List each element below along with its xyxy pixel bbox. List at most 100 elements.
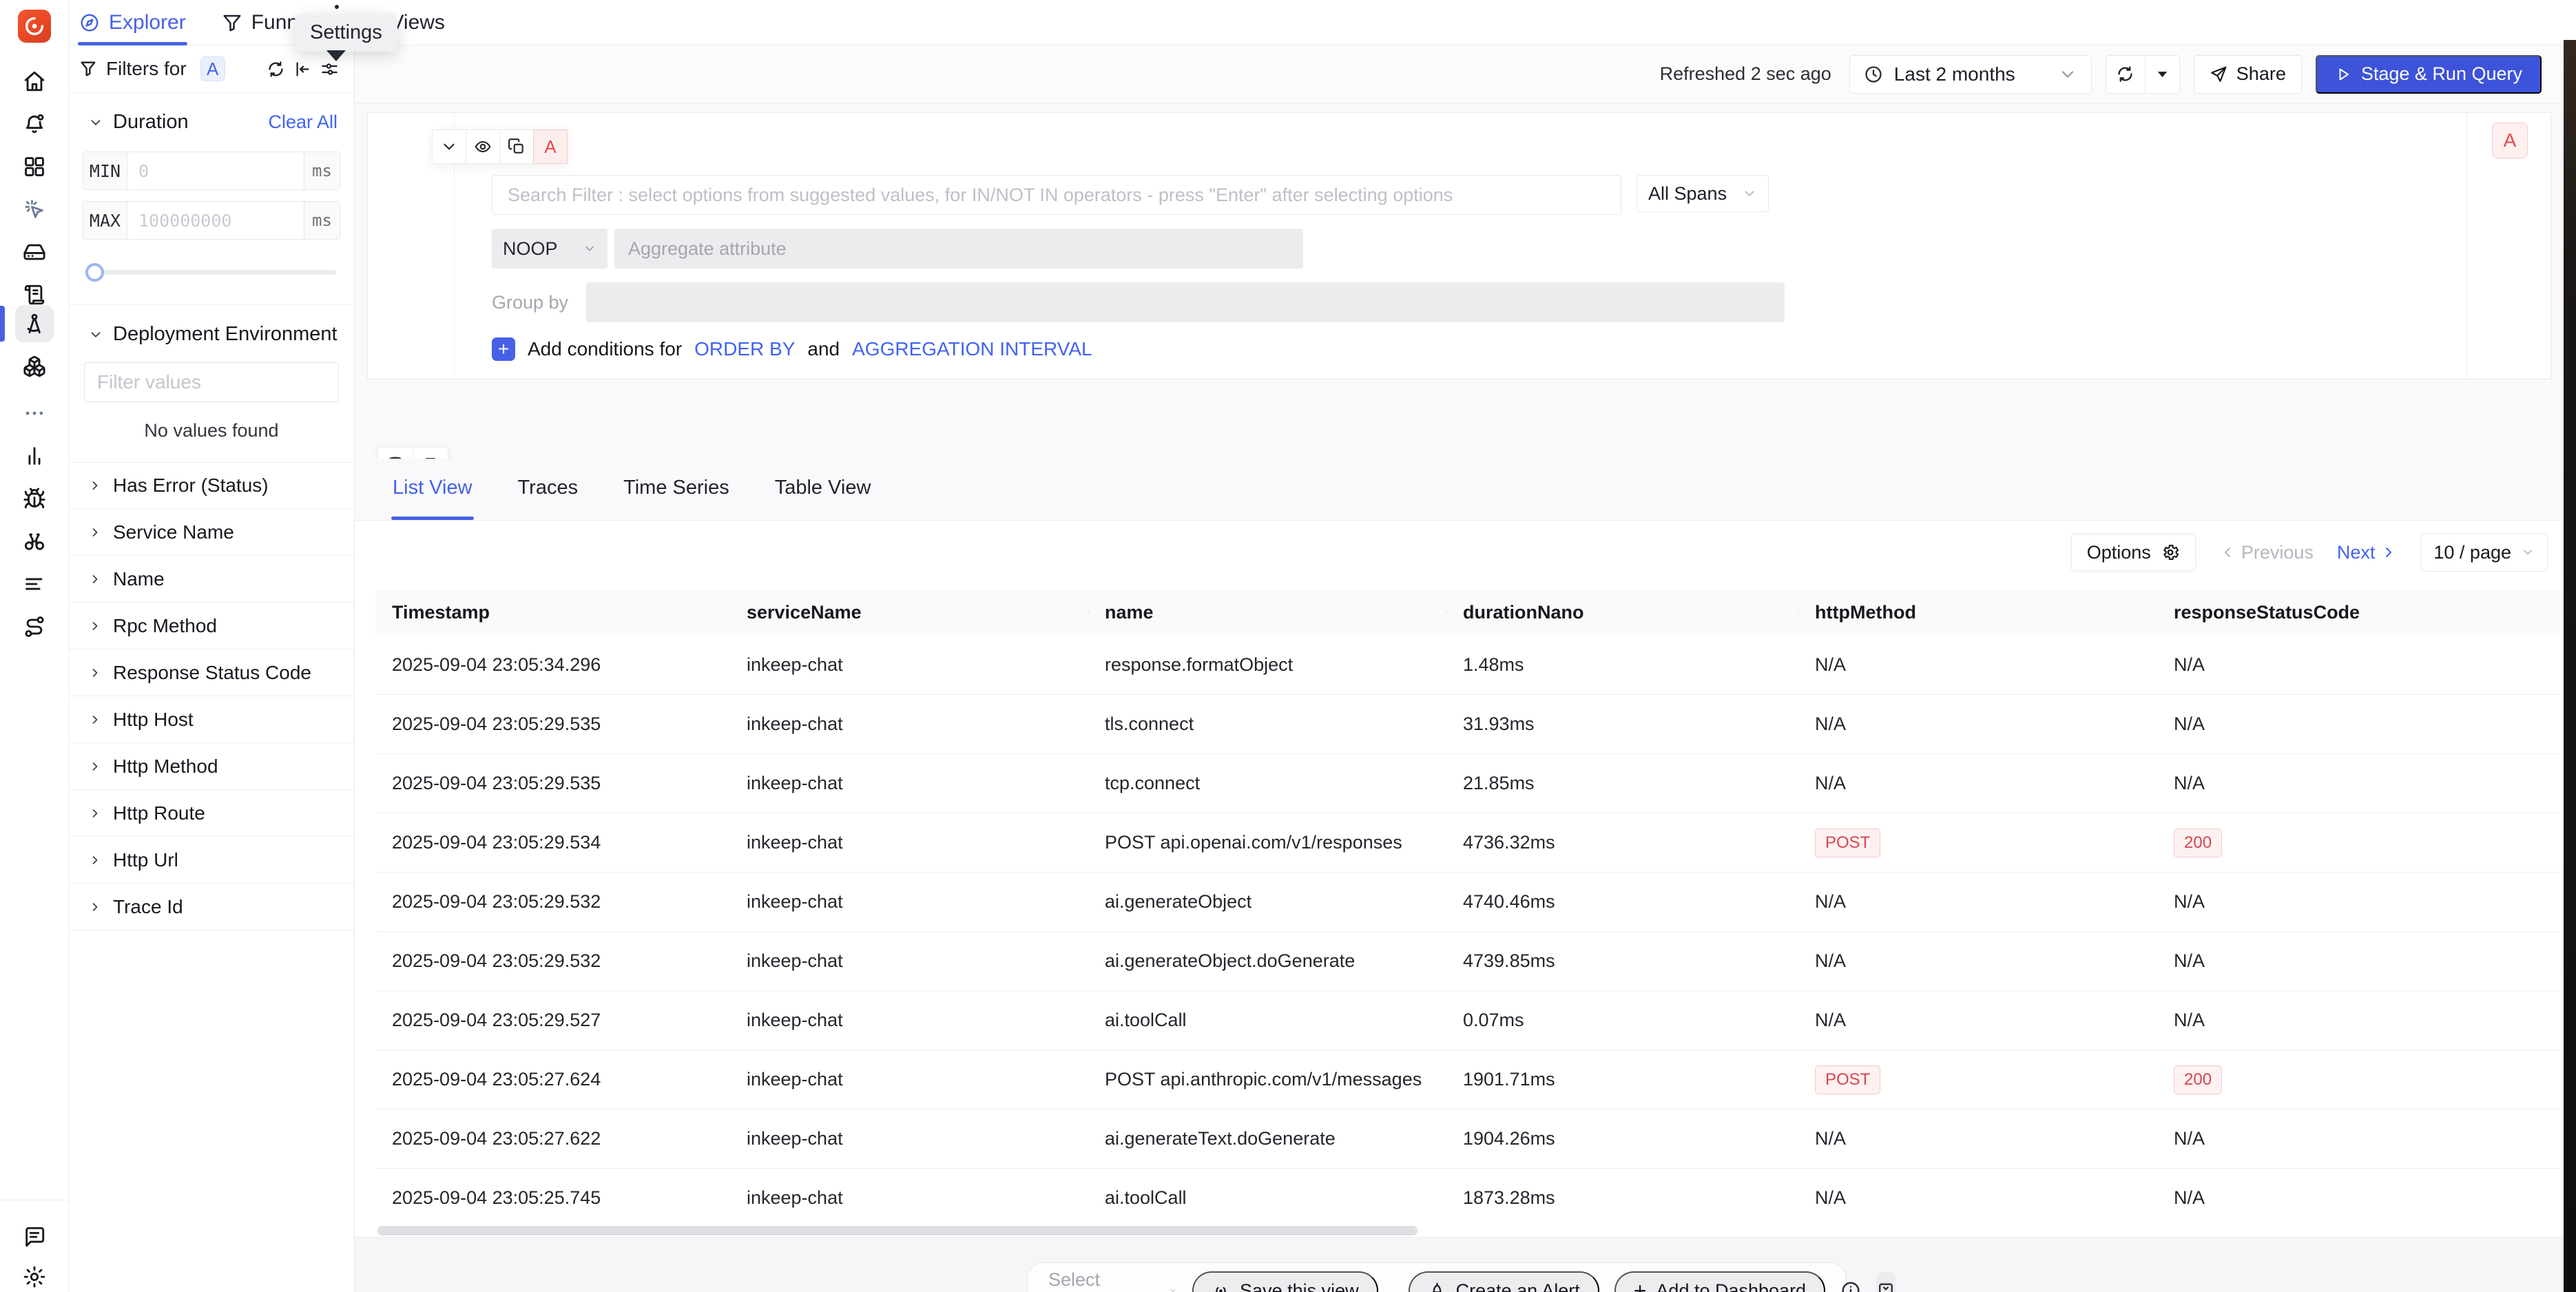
chevron-down-icon[interactable]: [88, 115, 103, 130]
slider-handle[interactable]: [85, 263, 104, 282]
column-header[interactable]: responseStatusCode: [2157, 602, 2560, 623]
duration-min-input[interactable]: [127, 152, 304, 189]
clear-all-link[interactable]: Clear All: [268, 112, 337, 133]
result-view-tab[interactable]: List View: [391, 477, 474, 520]
sidebar-item-pipelines[interactable]: [0, 607, 69, 646]
next-page-button[interactable]: Next: [2337, 542, 2398, 563]
query-toolbar: Refreshed 2 sec ago Last 2 months Share …: [355, 45, 2564, 103]
filter-section-row[interactable]: Http Host: [69, 696, 354, 743]
sidebar-item-exceptions[interactable]: [0, 479, 69, 518]
filter-section-row[interactable]: Name: [69, 556, 354, 603]
table-row[interactable]: 2025-09-04 23:05:29.534 inkeep-chat POST…: [375, 813, 2560, 872]
aggregate-operator-select[interactable]: NOOP: [492, 229, 607, 269]
table-body: 2025-09-04 23:05:34.296 inkeep-chat resp…: [375, 635, 2560, 1227]
info-icon[interactable]: [1840, 1280, 1861, 1292]
sidebar-item-feedback[interactable]: [0, 1218, 69, 1256]
refresh-button[interactable]: [2106, 56, 2145, 93]
sidebar-item-metrics[interactable]: [0, 437, 69, 475]
tooltip-caret: [326, 50, 346, 71]
filter-section-row[interactable]: Trace Id: [69, 884, 354, 930]
span-scope-select[interactable]: All Spans: [1637, 175, 1769, 212]
time-range-select[interactable]: Last 2 months: [1849, 55, 2092, 94]
share-button[interactable]: Share: [2194, 55, 2302, 94]
column-header[interactable]: durationNano: [1446, 602, 1798, 623]
export-panel-button[interactable]: [1876, 1272, 1895, 1292]
environment-filter-input[interactable]: [84, 362, 339, 402]
filter-section-row[interactable]: Http Method: [69, 743, 354, 790]
options-button[interactable]: Options: [2071, 534, 2196, 571]
page-size-select[interactable]: 10 / page: [2420, 533, 2548, 572]
query-a-badge[interactable]: A: [2492, 123, 2528, 158]
search-filter-input[interactable]: [492, 175, 1621, 215]
slider-track: [87, 270, 336, 275]
timestamp-cell: 2025-09-04 23:05:27.622: [375, 1128, 730, 1149]
filter-section-row[interactable]: Rpc Method: [69, 603, 354, 649]
add-conditions-row[interactable]: + Add conditions for ORDER BY and AGGREG…: [492, 337, 1092, 361]
select-view-dropdown[interactable]: Select a view: [1048, 1269, 1177, 1292]
save-view-label: Save this view: [1240, 1280, 1359, 1292]
sidebar-item-home[interactable]: [0, 62, 69, 101]
sidebar-item-traces[interactable]: [0, 304, 69, 343]
filter-section-row[interactable]: Service Name: [69, 509, 354, 556]
sidebar-item-get-started[interactable]: [0, 190, 69, 229]
sidebar-item-services[interactable]: [0, 347, 69, 386]
chevron-down-icon[interactable]: [88, 327, 103, 342]
stage-run-query-button[interactable]: Stage & Run Query: [2316, 55, 2542, 94]
query-badge-a[interactable]: A: [200, 56, 225, 81]
service-name-cell: inkeep-chat: [730, 773, 1088, 794]
alert-bell-icon: [1428, 1282, 1446, 1292]
table-row[interactable]: 2025-09-04 23:05:27.624 inkeep-chat POST…: [375, 1050, 2560, 1109]
sidebar-item-settings[interactable]: [0, 1258, 69, 1292]
column-header[interactable]: httpMethod: [1798, 602, 2157, 623]
sidebar-item-explore[interactable]: [0, 522, 69, 561]
filter-section-row[interactable]: Http Route: [69, 790, 354, 837]
copy-query-button[interactable]: [499, 129, 534, 164]
column-header[interactable]: serviceName: [730, 602, 1088, 623]
table-row[interactable]: 2025-09-04 23:05:27.622 inkeep-chat ai.g…: [375, 1109, 2560, 1168]
table-row[interactable]: 2025-09-04 23:05:29.535 inkeep-chat tcp.…: [375, 753, 2560, 813]
tab-explorer[interactable]: Explorer: [78, 0, 187, 45]
sidebar-item-alerts[interactable]: [0, 105, 69, 143]
filter-section-row[interactable]: Has Error (Status): [69, 462, 354, 509]
sidebar-item-dashboards[interactable]: [0, 147, 69, 186]
chevron-right-icon: [88, 525, 102, 539]
table-row[interactable]: 2025-09-04 23:05:29.527 inkeep-chat ai.t…: [375, 990, 2560, 1050]
service-name-cell: inkeep-chat: [730, 1128, 1088, 1149]
table-row[interactable]: 2025-09-04 23:05:29.535 inkeep-chat tls.…: [375, 694, 2560, 753]
sidebar-item-alert-rules[interactable]: [0, 565, 69, 603]
chevron-left-icon: [2219, 544, 2236, 561]
table-row[interactable]: 2025-09-04 23:05:34.296 inkeep-chat resp…: [375, 635, 2560, 694]
table-row[interactable]: 2025-09-04 23:05:29.532 inkeep-chat ai.g…: [375, 872, 2560, 931]
order-by-link[interactable]: ORDER BY: [694, 338, 795, 360]
add-to-dashboard-button[interactable]: + Add to Dashboard: [1614, 1271, 1825, 1292]
column-header[interactable]: Timestamp: [375, 602, 730, 623]
collapse-query-button[interactable]: [432, 129, 466, 164]
create-alert-button[interactable]: Create an Alert: [1409, 1271, 1599, 1292]
duration-cell: 1.48ms: [1446, 654, 1798, 676]
duration-slider[interactable]: [87, 263, 336, 281]
auto-refresh-caret[interactable]: [2145, 56, 2179, 93]
duration-max-input[interactable]: [127, 202, 304, 239]
result-view-tab[interactable]: Time Series: [622, 477, 731, 520]
result-view-tab[interactable]: Table View: [773, 477, 873, 520]
column-header[interactable]: name: [1088, 602, 1446, 623]
previous-page-button[interactable]: Previous: [2219, 542, 2314, 563]
table-row[interactable]: 2025-09-04 23:05:29.532 inkeep-chat ai.g…: [375, 931, 2560, 990]
span-name-cell: ai.toolCall: [1088, 1187, 1446, 1209]
horizontal-scrollbar[interactable]: [377, 1226, 1417, 1236]
plus-icon[interactable]: +: [492, 337, 515, 361]
sidebar-item-infrastructure[interactable]: [0, 233, 69, 271]
signoz-logo[interactable]: [18, 10, 51, 43]
filter-section-row[interactable]: Http Url: [69, 837, 354, 884]
tooltip-dot: [335, 5, 339, 9]
save-view-button[interactable]: Save this view: [1192, 1271, 1378, 1292]
collapse-panel-icon[interactable]: [293, 60, 312, 79]
sync-filters-icon[interactable]: [267, 60, 285, 79]
aggregation-interval-link[interactable]: AGGREGATION INTERVAL: [852, 338, 1092, 360]
result-view-tab[interactable]: Traces: [517, 477, 580, 520]
filter-section-row[interactable]: Response Status Code: [69, 649, 354, 696]
table-row[interactable]: 2025-09-04 23:05:25.745 inkeep-chat ai.t…: [375, 1168, 2560, 1227]
toggle-visibility-button[interactable]: [466, 129, 500, 164]
query-letter-button[interactable]: A: [533, 129, 568, 164]
sidebar-item-more[interactable]: [0, 394, 69, 433]
